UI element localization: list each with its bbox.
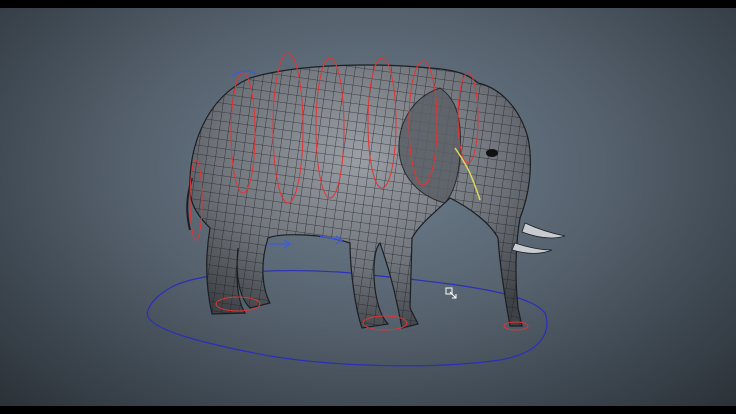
elephant-eye [486, 149, 498, 157]
3d-viewport[interactable] [0, 8, 736, 406]
elephant-mesh[interactable] [180, 58, 566, 338]
elephant-tusk-right [521, 222, 566, 239]
elephant-tusk-left [511, 242, 553, 254]
crosshair-cursor-icon [445, 287, 457, 299]
video-frame [0, 0, 736, 414]
scene-canvas[interactable] [0, 8, 736, 406]
